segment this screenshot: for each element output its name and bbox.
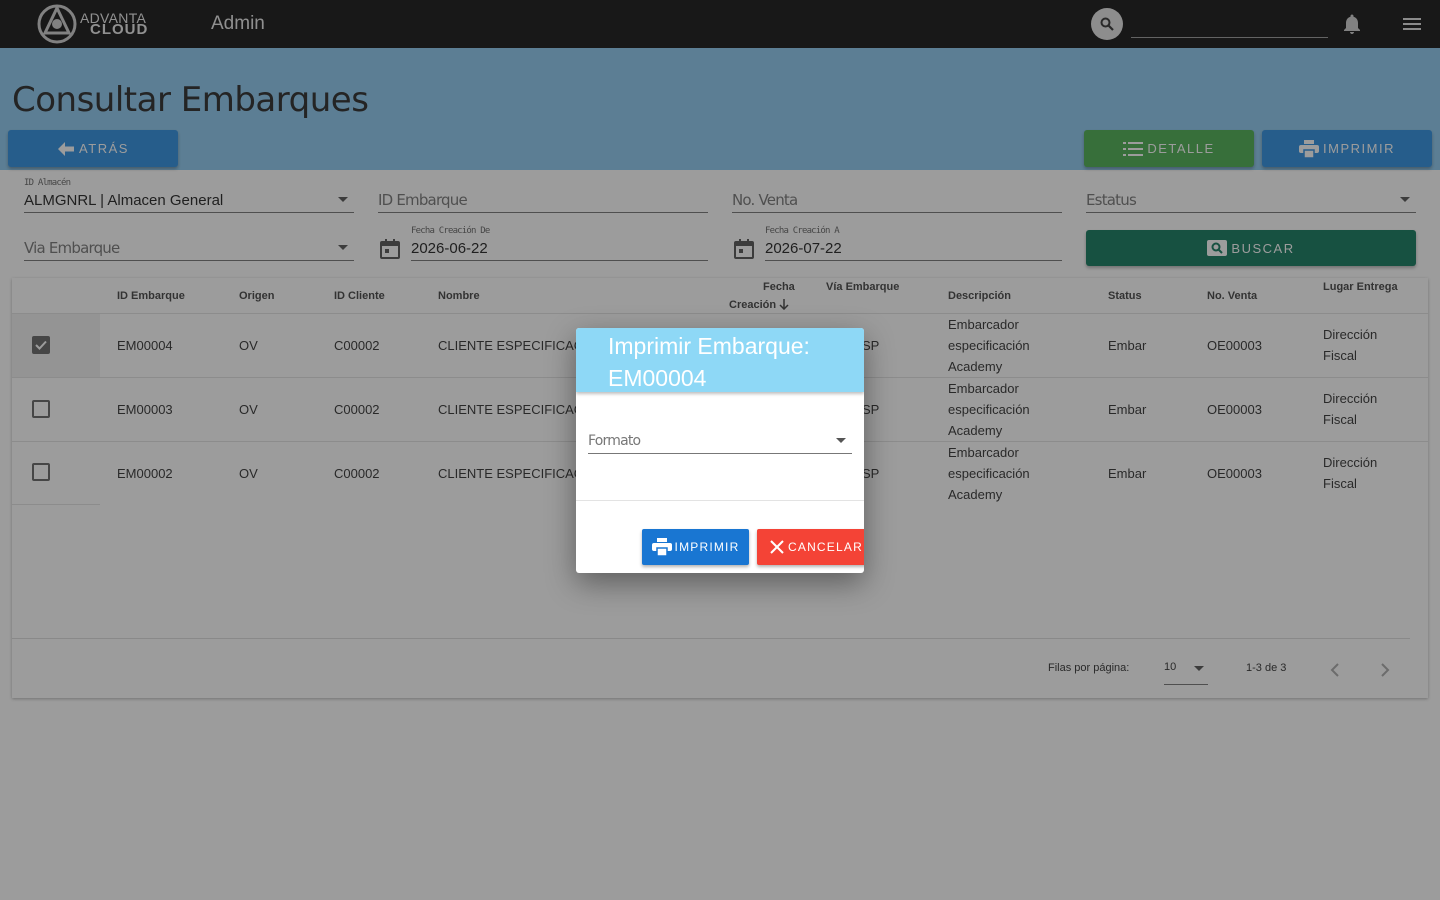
chevron-down-icon [836,438,846,443]
print-dialog: Imprimir Embarque: EM00004 Formato IMPRI… [576,328,864,573]
dialog-print-button[interactable]: IMPRIMIR [642,529,749,565]
dialog-print-label: IMPRIMIR [674,540,740,554]
dialog-title: Imprimir Embarque: EM00004 [608,333,810,391]
dialog-cancel-label: CANCELAR [788,540,863,554]
formato-select[interactable]: Formato [588,424,852,454]
close-icon [770,540,784,554]
formato-placeholder: Formato [588,433,641,449]
printer-icon [651,538,672,556]
dialog-header: Imprimir Embarque: EM00004 [576,328,864,392]
dialog-divider [576,500,864,501]
dialog-cancel-button[interactable]: CANCELAR [757,529,864,565]
